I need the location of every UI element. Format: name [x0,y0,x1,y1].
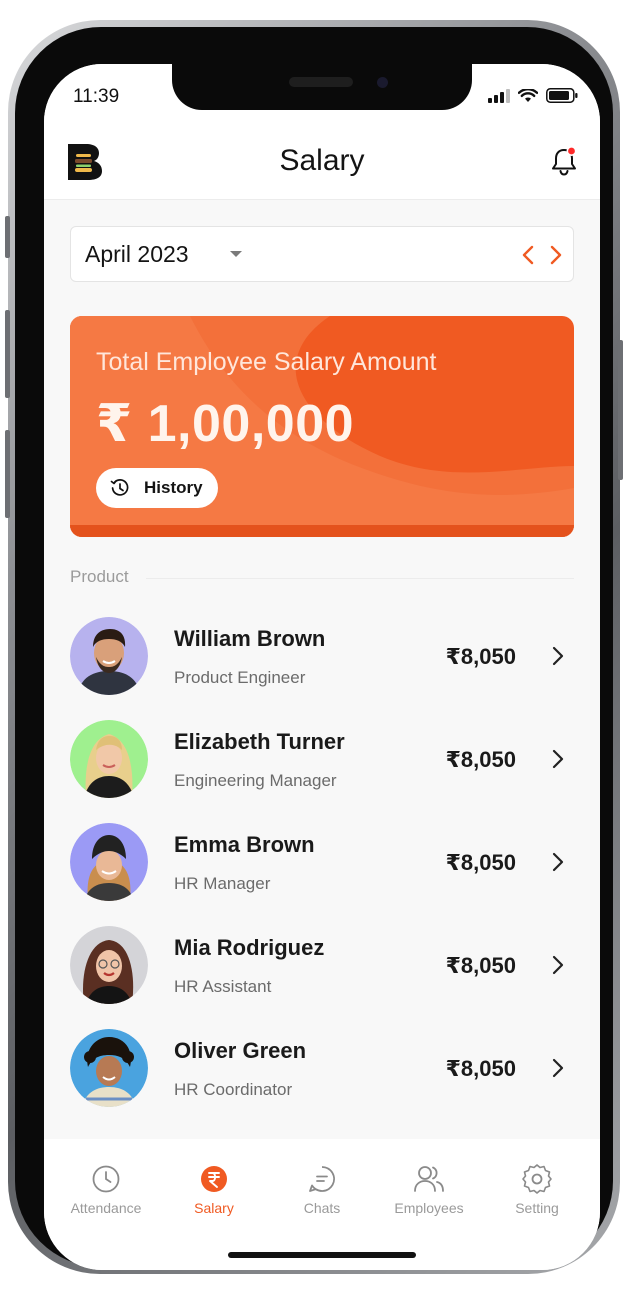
employee-row[interactable]: William Brown Product Engineer ₹8,050 [44,614,600,717]
employee-row[interactable]: Elizabeth Turner Engineering Manager ₹8,… [44,717,600,820]
employee-role: Product Engineer [174,668,306,687]
total-salary-label: Total Employee Salary Amount [96,348,437,376]
tab-label: Employees [394,1200,464,1216]
tab-label: Setting [515,1200,559,1216]
caret-down-icon[interactable] [229,250,243,258]
salary-summary-card: Total Employee Salary Amount ₹ 1,00,000 … [70,316,574,537]
employee-row[interactable]: Mia Rodriguez HR Assistant ₹8,050 [44,923,600,1026]
employee-salary: ₹8,050 [445,953,516,978]
employee-role: HR Assistant [174,977,272,996]
clock-icon [92,1165,120,1193]
power-button [618,340,623,480]
history-label: History [144,478,203,497]
section-header: Product [70,567,574,589]
chevron-right-icon[interactable] [552,646,564,666]
employee-name: William Brown [174,626,326,651]
status-time: 11:39 [73,86,120,107]
month-label: April 2023 [85,241,189,267]
wifi-icon [518,88,538,102]
tab-attendance[interactable]: Attendance [51,1164,161,1216]
tab-setting[interactable]: Setting [482,1164,592,1216]
chevron-left-icon[interactable] [521,244,535,266]
history-button[interactable]: History [96,468,218,508]
employee-name: Elizabeth Turner [174,729,345,754]
employee-salary: ₹8,050 [445,747,516,772]
chat-icon [309,1166,335,1192]
employee-salary: ₹8,050 [445,644,516,669]
chevron-right-icon[interactable] [552,1058,564,1078]
avatar [70,823,148,901]
total-salary-amount: ₹ 1,00,000 [96,395,355,453]
app-header: Salary [44,124,600,200]
tab-label: Attendance [70,1200,142,1216]
avatar [70,926,148,1004]
chevron-right-icon[interactable] [552,852,564,872]
signal-icon [488,88,510,103]
page-title: Salary [279,144,365,177]
avatar [70,617,148,695]
avatar [70,1029,148,1107]
employee-name: Mia Rodriguez [174,935,325,960]
employee-name: Emma Brown [174,832,315,857]
tab-employees[interactable]: Employees [374,1164,484,1216]
bottom-tab-bar: Attendance Salary Chats Employees Settin… [44,1139,600,1270]
home-indicator[interactable] [228,1252,416,1258]
speaker-grille [289,77,353,87]
section-divider [146,578,574,579]
gear-icon [522,1164,552,1194]
tab-label: Chats [303,1200,341,1216]
volume-up-button [5,310,10,398]
volume-down-button [5,430,10,518]
month-selector[interactable]: April 2023 [70,226,574,282]
chevron-right-icon[interactable] [552,749,564,769]
notch [172,64,472,110]
employee-row[interactable]: Emma Brown HR Manager ₹8,050 [44,820,600,923]
employee-salary: ₹8,050 [445,850,516,875]
employee-name: Oliver Green [174,1038,307,1063]
bell-icon[interactable] [550,146,578,176]
front-camera [377,77,388,88]
employee-salary: ₹8,050 [445,1056,516,1081]
section-label: Product [70,567,129,586]
mute-switch [5,216,10,258]
battery-icon [546,88,578,103]
employee-role: Engineering Manager [174,771,337,790]
rupee-icon [201,1166,227,1192]
tab-chats[interactable]: Chats [267,1164,377,1216]
phone-frame: 11:39 Salary April 2023 Total Employee S… [5,20,623,1274]
users-icon [414,1166,444,1192]
history-icon [110,479,129,496]
app-screen: 11:39 Salary April 2023 Total Employee S… [44,64,600,1270]
chevron-right-icon[interactable] [552,955,564,975]
employee-row[interactable]: Oliver Green HR Coordinator ₹8,050 [44,1026,600,1129]
employee-role: HR Coordinator [174,1080,293,1099]
status-icons [488,88,578,103]
tab-salary[interactable]: Salary [159,1164,269,1216]
chevron-right-icon[interactable] [549,244,563,266]
avatar [70,720,148,798]
employee-role: HR Manager [174,874,271,893]
tab-label: Salary [194,1200,234,1216]
